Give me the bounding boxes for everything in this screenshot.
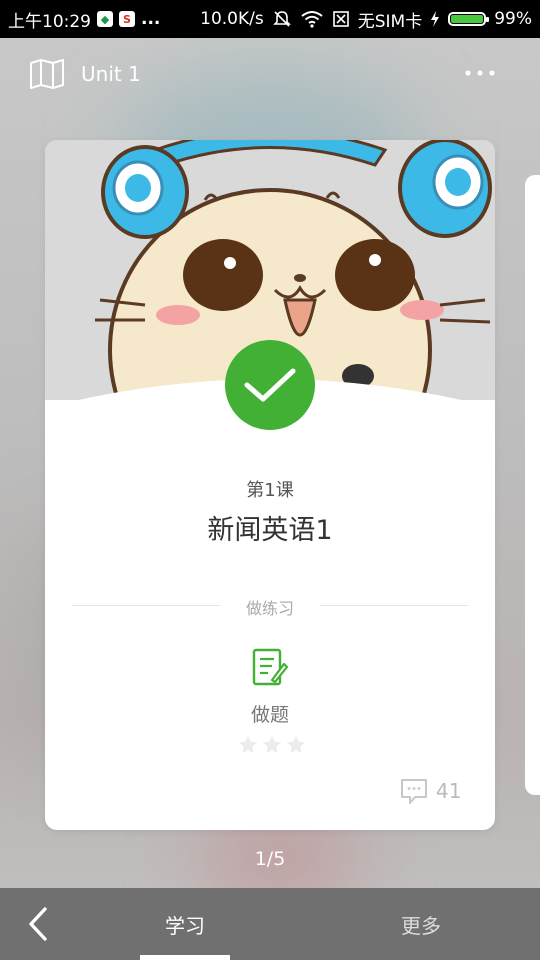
lesson-title: 新闻英语1 (207, 515, 333, 546)
exercise-label[interactable]: 做题 (45, 700, 495, 727)
star-icon (286, 735, 306, 754)
page-title: Unit 1 (81, 62, 141, 86)
map-icon[interactable] (29, 58, 65, 90)
exercise-icon[interactable] (250, 647, 290, 687)
charging-icon (431, 11, 440, 27)
star-icon (262, 735, 282, 754)
no-sim-icon (332, 11, 349, 27)
back-button[interactable] (18, 902, 58, 946)
status-time: 上午10:29 (8, 11, 91, 32)
more-icon[interactable] (464, 68, 496, 78)
network-speed: 10.0K/s (200, 9, 264, 29)
comment-icon (401, 779, 427, 804)
comment-button[interactable]: 41 (400, 777, 461, 805)
next-lesson-card[interactable] (525, 175, 540, 795)
lesson-card[interactable]: 第1课 新闻英语1 做练习 做题 41 (45, 140, 495, 830)
star-icon (238, 735, 258, 754)
page-indicator: 1/5 (254, 848, 286, 870)
sim-status: 无SIM卡 (357, 11, 423, 32)
tab-more[interactable]: 更多 (376, 888, 466, 960)
battery-percent: 99% (494, 9, 532, 29)
tab-active-indicator (140, 955, 230, 960)
chevron-left-icon (29, 907, 47, 941)
status-bar: 上午10:29 ◆ S ... 10.0K/s 无SIM卡 99% (0, 0, 540, 38)
wifi-icon (301, 11, 323, 28)
s-app-icon: S (119, 11, 135, 27)
rating-stars (237, 734, 307, 756)
tab-study[interactable]: 学习 (140, 888, 230, 960)
lesson-number: 第1课 (246, 480, 294, 501)
status-ellipsis: ... (141, 9, 161, 29)
bell-off-icon (272, 11, 291, 27)
shield-icon: ◆ (97, 11, 113, 27)
battery-icon (448, 12, 490, 26)
comment-count: 41 (436, 779, 462, 803)
completed-check-icon (225, 340, 315, 430)
section-label: 做练习 (245, 599, 294, 618)
